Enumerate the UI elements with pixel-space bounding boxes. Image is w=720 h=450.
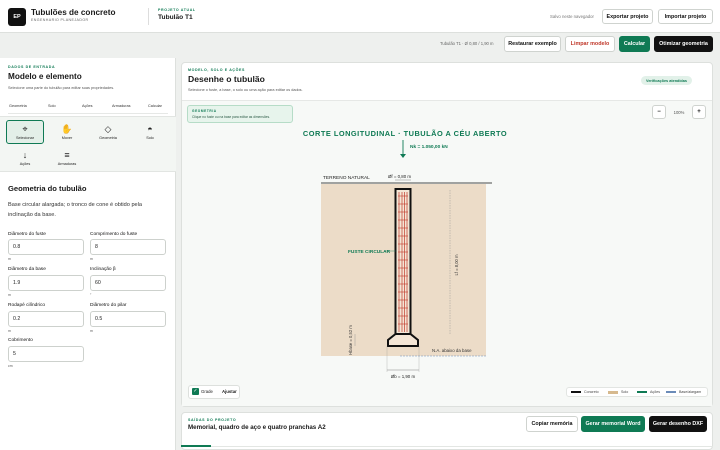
base-dim-label: Øb = 1,90 m [391,374,416,379]
restore-example-button[interactable]: Restaurar exemplo [504,36,561,52]
fit-button[interactable]: Ajustar [222,389,237,394]
tool-geometria[interactable]: ◇ Geometria [89,120,127,144]
field-label-rodape: Rodapé cilíndrico [8,303,46,308]
legend-swatch-base [666,391,676,393]
clear-model-button[interactable]: Limpar modelo [565,36,615,52]
unit-diametro-pilar: m [90,329,93,333]
field-label-diametro-pilar: Diâmetro do pilar [90,303,127,308]
input-rodape[interactable]: 0.2 [8,311,84,327]
input-diametro-base[interactable]: 1.9 [8,275,84,291]
hand-icon: ✋ [61,123,73,134]
field-label-cobrimento: Cobrimento [8,338,33,343]
app-logo: EP [8,8,26,26]
toolbar-summary: Tubulão T1 · Ø 0,80 / 1,90 m [440,41,494,46]
step-tab-geometria[interactable]: Geometria [9,104,27,108]
save-status: Salvo neste navegador [550,14,594,19]
input-comprimento-fuste[interactable]: 8 [90,239,166,255]
input-cobrimento[interactable]: 5 [8,346,84,362]
app-subtitle: ENGENHARIO PLANEJADOR [31,18,89,22]
tool-acoes[interactable]: ↓ Ações [6,146,44,170]
field-label-diametro-fuste: Diâmetro do fuste [8,232,46,237]
bell-base[interactable] [387,333,419,347]
length-label: Lf = 8,00 m [454,254,459,276]
verification-badge: Verificações atendidas [641,76,692,85]
tool-armaduras[interactable]: ≡ Armaduras [48,146,86,170]
unit-diametro-base: m [8,293,11,297]
field-label-inclinacao: Inclinação β [90,267,116,272]
field-label-diametro-base: Diâmetro da base [8,267,46,272]
tool-label: Mover [61,135,73,140]
import-project-button[interactable]: Importar projeto [658,9,713,24]
output-eyebrow: SAÍDAS DO PROJETO [188,418,237,422]
tool-label: Ações [19,161,31,166]
generate-word-button[interactable]: Gerar memorial Word [581,416,645,432]
app-title: Tubulões de concreto [31,8,116,17]
step-tab-armaduras[interactable]: Armaduras [112,104,131,108]
bars-icon: ≡ [64,149,70,160]
section-desc: Base circular alargada; o tronco de cone… [8,202,143,218]
grid-checkbox-icon[interactable]: ✓ [192,388,199,395]
step-tab-solo[interactable]: Solo [48,104,56,108]
input-diametro-fuste[interactable]: 0.8 [8,239,84,255]
load-label: Nk = 1.050,00 kN [410,144,448,150]
sidebar-title: Modelo e elemento [8,72,82,81]
input-inclinacao[interactable]: 60 [90,275,166,291]
tool-label: Geometria [99,135,117,140]
field-label-comprimento-fuste: Comprimento do fuste [90,232,138,237]
shaft-outline[interactable] [394,188,412,335]
tool-label: Selecionar [16,135,34,140]
output-tab-active[interactable] [181,445,211,447]
project-name[interactable]: Tubulão T1 [158,14,193,21]
main-title: Desenhe o tubulão [188,74,265,84]
tool-label: Armaduras [57,161,77,166]
unit-cobrimento: cm [8,364,13,368]
shaft-label: FUSTE CIRCULAR [348,249,391,255]
input-diametro-pilar[interactable]: 0.5 [90,311,166,327]
unit-diametro-fuste: m [8,257,11,261]
tool-label: Solo [146,135,154,140]
legend-concrete: Concreto [584,389,599,394]
legend-swatch-concrete [571,391,581,393]
legend-actions: Ações [650,389,660,394]
legend-swatch-actions [637,391,647,393]
tool-solo[interactable]: ◓ Solo [131,120,169,144]
unit-inclinacao: ° [90,293,92,297]
half-circle-icon: ◓ [147,123,153,134]
main-eyebrow: MODELO, SOLO E AÇÕES [188,68,245,72]
drawing-title: CORTE LONGITUDINAL · TUBULÃO A CÉU ABERT… [303,129,507,138]
tool-selecionar[interactable]: ⌖ Selecionar [6,120,44,144]
copy-memory-button[interactable]: Copiar memória [526,416,578,432]
select-icon: ⌖ [22,123,28,134]
calculate-button[interactable]: Calcular [619,36,650,52]
unit-comprimento-fuste: m [90,257,93,261]
steps-line [8,113,168,114]
water-label: N.A. abaixo da base [432,348,472,353]
step-tab-calcular[interactable]: Calcular [148,104,162,108]
ground-label: TERRENO NATURAL [323,175,370,181]
generate-dxf-button[interactable]: Gerar desenho DXF [649,416,707,432]
output-title: Memorial, quadro de aço e quatro prancha… [188,424,326,431]
optimize-geometry-button[interactable]: Otimizar geometria [654,36,713,52]
arrow-down-icon: ↓ [22,149,28,160]
export-project-button[interactable]: Exportar projeto [602,9,653,24]
legend-base: Base/alargam [679,389,702,394]
section-title: Geometria do tubulão [8,184,87,193]
diamond-icon: ◇ [104,123,112,134]
project-eyebrow: PROJETO ATUAL [158,8,196,12]
step-tab-acoes[interactable]: Ações [82,104,93,108]
sidebar-desc: Selecione uma parte do tubulão para edit… [8,86,115,90]
section-drawing[interactable]: CORTE LONGITUDINAL · TUBULÃO A CÉU ABERT… [182,100,712,406]
legend-swatch-soil [608,391,618,394]
sidebar-eyebrow: DADOS DE ENTRADA [8,65,56,69]
main-desc: Selecione o fuste, a base, o solo ou uma… [188,88,303,92]
legend-soil: Solo [621,389,629,394]
output-tabs-line [181,446,713,447]
base-height-label: Hbase = 0,52 m [348,325,353,355]
unit-rodape: m [8,329,11,333]
header-divider [148,8,149,25]
shaft-dim-label: Øf = 0,80 m [388,174,411,179]
tool-mover[interactable]: ✋ Mover [48,120,86,144]
grid-label: Grade [201,389,213,394]
load-arrowhead [400,154,406,158]
